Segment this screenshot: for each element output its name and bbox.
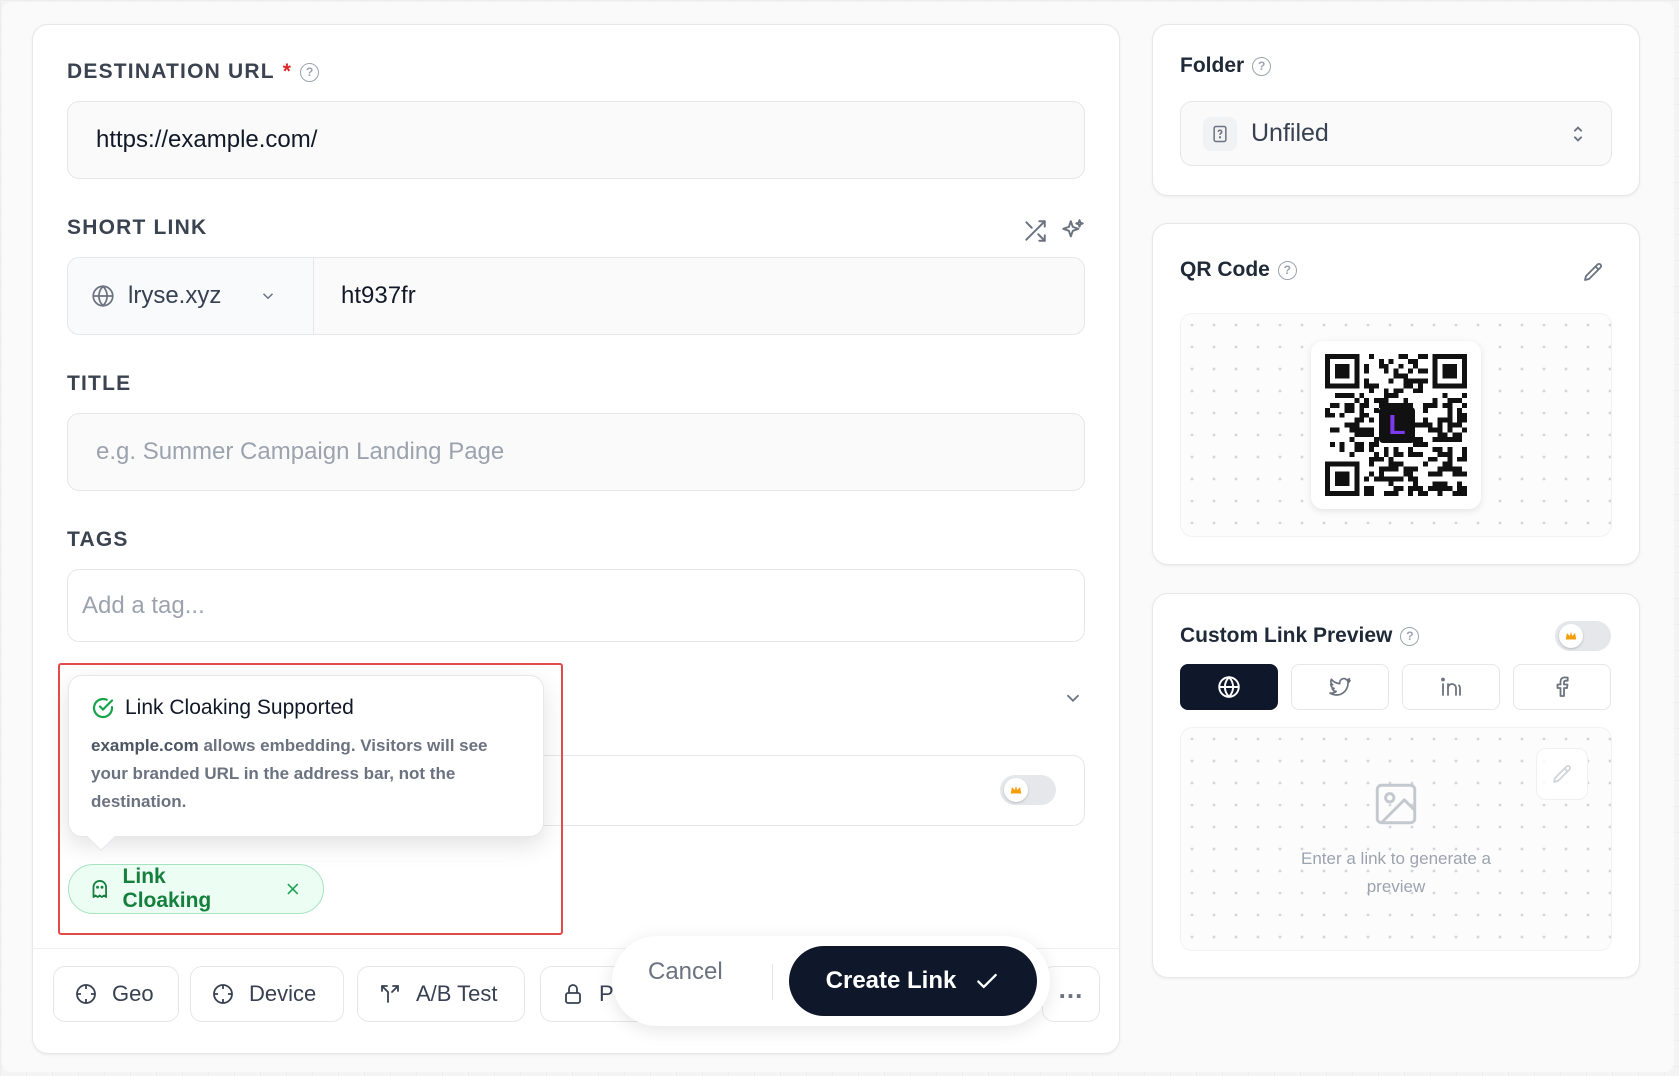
destination-url-value: https://example.com/: [96, 126, 318, 153]
facebook-icon: [1556, 676, 1569, 697]
crosshair-icon: [213, 984, 233, 1004]
ab-test-button[interactable]: A/B Test: [357, 966, 525, 1022]
lock-icon: [565, 984, 581, 1004]
help-icon[interactable]: ?: [1277, 260, 1297, 280]
title-label: TITLE: [67, 372, 132, 395]
check-icon: [977, 973, 998, 989]
tags-placeholder: Add a tag...: [82, 591, 205, 619]
tags-input[interactable]: Add a tag...: [67, 569, 1085, 642]
required-marker: *: [282, 60, 293, 83]
more-icon: ...: [1058, 973, 1084, 1004]
short-link-label: SHORT LINK: [67, 216, 208, 239]
edit-qr-icon[interactable]: [1577, 256, 1609, 288]
crown-icon: [1010, 785, 1022, 794]
link-preview-title: Custom Link Preview ?: [1180, 624, 1420, 648]
chevron-down-icon[interactable]: [1058, 683, 1088, 713]
title-input[interactable]: e.g. Summer Campaign Landing Page: [67, 413, 1085, 491]
geo-button[interactable]: Geo: [53, 966, 179, 1022]
preview-tab-web[interactable]: [1180, 664, 1278, 710]
device-button[interactable]: Device: [190, 966, 344, 1022]
title-placeholder: e.g. Summer Campaign Landing Page: [96, 438, 505, 465]
qr-code-image[interactable]: L: [1311, 341, 1481, 509]
more-options-button[interactable]: ...: [1042, 966, 1100, 1022]
link-preview-toggle[interactable]: [1555, 621, 1611, 651]
preview-tab-twitter[interactable]: [1291, 664, 1389, 710]
preview-empty-text: Enter a link to generate a preview: [1301, 849, 1491, 896]
preview-tab-linkedin[interactable]: [1402, 664, 1500, 710]
preview-tab-facebook[interactable]: [1513, 664, 1611, 710]
tags-label: TAGS: [67, 528, 129, 551]
globe-icon: [92, 284, 114, 308]
domain-value: lryse.xyz: [128, 282, 222, 309]
option-toggle[interactable]: [1000, 775, 1056, 805]
folder-select[interactable]: Unfiled: [1180, 101, 1612, 166]
destination-url-label: DESTINATION URL * ?: [67, 60, 320, 84]
edit-preview-icon[interactable]: [1536, 748, 1588, 800]
cancel-button[interactable]: Cancel: [648, 958, 723, 986]
destination-url-input[interactable]: https://example.com/: [67, 101, 1085, 179]
action-divider: [772, 964, 773, 1000]
domain-select[interactable]: lryse.xyz: [68, 258, 314, 334]
globe-icon: [1218, 675, 1240, 699]
toggle-knob: [1004, 778, 1028, 802]
chevron-up-down-icon: [1573, 125, 1583, 142]
help-icon[interactable]: ?: [1252, 56, 1272, 76]
folder-value: Unfiled: [1251, 119, 1329, 147]
crosshair-icon: [76, 984, 96, 1004]
shuffle-icon[interactable]: [1020, 216, 1050, 246]
short-key-input[interactable]: ht937fr: [341, 282, 416, 310]
crown-icon: [1565, 631, 1577, 640]
sparkles-icon[interactable]: [1058, 216, 1088, 246]
qr-logo: L: [1379, 407, 1415, 443]
short-link-input-group: lryse.xyz ht937fr: [67, 257, 1085, 335]
qr-code-title: QR Code ?: [1180, 258, 1297, 282]
create-link-button[interactable]: Create Link: [789, 946, 1037, 1016]
chevron-down-icon: [263, 293, 274, 300]
help-icon[interactable]: ?: [1400, 626, 1420, 646]
help-icon[interactable]: ?: [300, 62, 320, 82]
action-bar: Cancel Create Link: [612, 936, 1050, 1026]
split-icon: [381, 985, 399, 1003]
file-icon: [1203, 116, 1237, 151]
linkedin-icon: [1441, 677, 1461, 696]
toggle-knob: [1559, 624, 1583, 648]
folder-title: Folder ?: [1180, 54, 1272, 78]
image-icon: [1370, 778, 1422, 830]
highlight-box: [58, 663, 563, 935]
twitter-icon: [1329, 677, 1351, 696]
